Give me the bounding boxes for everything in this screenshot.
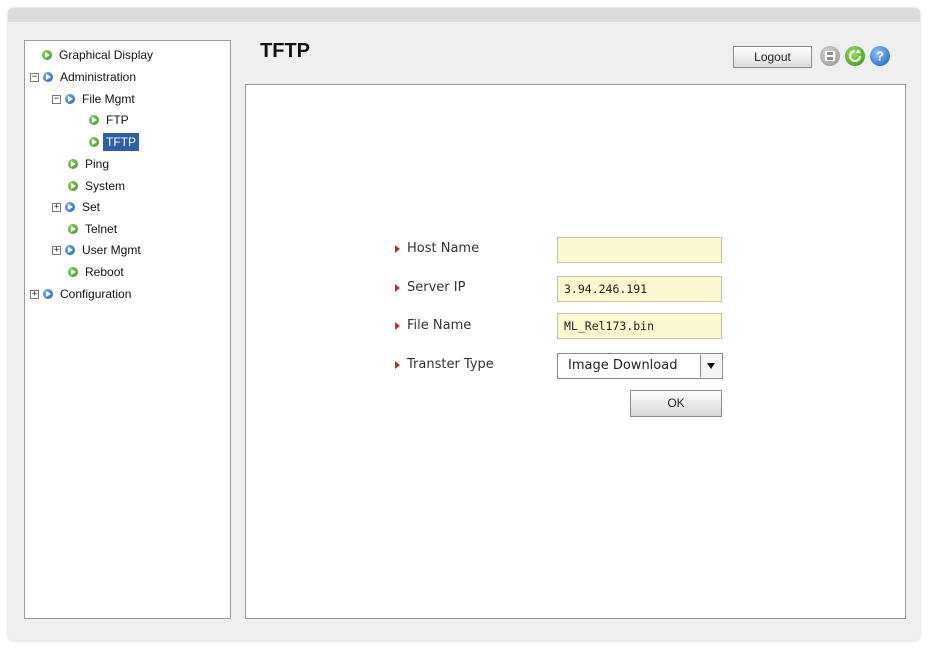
blue-arrow-icon bbox=[65, 245, 75, 255]
sidebar-item-label: TFTP bbox=[103, 133, 139, 151]
sidebar-item-system[interactable]: System bbox=[68, 177, 128, 195]
green-arrow-icon bbox=[68, 224, 78, 234]
expand-icon[interactable]: + bbox=[30, 289, 39, 299]
server-ip-label: Server IP bbox=[395, 276, 465, 300]
blue-arrow-icon bbox=[65, 94, 75, 104]
sidebar-item-graphical-display[interactable]: Graphical Display bbox=[42, 46, 156, 64]
help-icon[interactable]: ? bbox=[870, 46, 890, 66]
sidebar-item-label: User Mgmt bbox=[82, 243, 141, 257]
file-name-label: File Name bbox=[395, 314, 471, 338]
green-arrow-icon bbox=[68, 267, 78, 277]
sidebar-item-label: System bbox=[85, 179, 126, 193]
sidebar-item-label: Reboot bbox=[85, 265, 124, 279]
refresh-icon[interactable] bbox=[845, 46, 865, 66]
sidebar-item-label: File Mgmt bbox=[82, 92, 135, 106]
sidebar-item-file-mgmt[interactable]: − File Mgmt bbox=[52, 90, 138, 108]
sidebar-item-label: Telnet bbox=[85, 222, 118, 236]
sidebar-item-ftp[interactable]: FTP bbox=[89, 111, 132, 129]
save-icon[interactable] bbox=[820, 46, 840, 66]
collapse-icon[interactable]: − bbox=[52, 94, 61, 104]
main-content-panel bbox=[245, 84, 906, 619]
red-arrow-icon bbox=[395, 245, 400, 253]
server-ip-input[interactable] bbox=[557, 276, 722, 302]
sidebar-item-administration[interactable]: − Administration bbox=[30, 68, 139, 86]
expand-icon[interactable]: + bbox=[52, 202, 61, 212]
sidebar-item-label: Ping bbox=[85, 157, 110, 171]
ok-button[interactable]: OK bbox=[630, 390, 722, 417]
svg-text:?: ? bbox=[876, 49, 884, 63]
transfer-type-label: Transter Type bbox=[395, 353, 494, 377]
dropdown-button[interactable] bbox=[700, 355, 721, 377]
sidebar-item-reboot[interactable]: Reboot bbox=[68, 263, 127, 281]
file-name-input[interactable] bbox=[557, 313, 722, 339]
window-top-band bbox=[0, 0, 930, 8]
green-arrow-icon bbox=[42, 50, 52, 60]
save-glyph bbox=[825, 51, 835, 61]
green-arrow-icon bbox=[89, 137, 99, 147]
sidebar-item-label: Configuration bbox=[60, 287, 132, 301]
sidebar-item-telnet[interactable]: Telnet bbox=[68, 220, 120, 238]
blue-arrow-icon bbox=[43, 72, 53, 82]
expand-icon[interactable]: + bbox=[52, 245, 61, 255]
collapse-icon[interactable]: − bbox=[30, 72, 39, 82]
green-arrow-icon bbox=[89, 115, 99, 125]
chevron-down-icon bbox=[707, 363, 715, 369]
server-ip-label-text: Server IP bbox=[407, 280, 466, 295]
sidebar-item-tftp[interactable]: TFTP bbox=[89, 133, 139, 151]
transfer-type-label-text: Transter Type bbox=[407, 357, 494, 372]
sidebar-item-label: Administration bbox=[60, 70, 137, 84]
host-name-label: Host Name bbox=[395, 237, 479, 261]
sidebar-item-configuration[interactable]: + Configuration bbox=[30, 285, 134, 303]
app-frame-top bbox=[8, 8, 920, 22]
sidebar-item-label: Graphical Display bbox=[59, 48, 154, 62]
sidebar-item-user-mgmt[interactable]: + User Mgmt bbox=[52, 241, 144, 259]
sidebar-item-set[interactable]: + Set bbox=[52, 198, 103, 216]
sidebar-item-label: FTP bbox=[106, 113, 129, 127]
transfer-type-value: Image Download bbox=[568, 358, 678, 373]
logout-button[interactable]: Logout bbox=[733, 46, 812, 68]
transfer-type-select[interactable]: Image Download bbox=[557, 353, 723, 379]
host-name-label-text: Host Name bbox=[407, 241, 480, 256]
blue-arrow-icon bbox=[65, 202, 75, 212]
host-name-input[interactable] bbox=[557, 237, 722, 263]
help-glyph: ? bbox=[876, 49, 884, 63]
red-arrow-icon bbox=[395, 361, 400, 369]
blue-arrow-icon bbox=[43, 289, 53, 299]
sidebar-item-label: Set bbox=[82, 200, 101, 214]
green-arrow-icon bbox=[68, 159, 78, 169]
red-arrow-icon bbox=[395, 322, 400, 330]
refresh-glyph bbox=[849, 49, 861, 62]
page-title: TFTP bbox=[260, 40, 310, 62]
red-arrow-icon bbox=[395, 284, 400, 292]
green-arrow-icon bbox=[68, 181, 78, 191]
file-name-label-text: File Name bbox=[407, 318, 472, 333]
sidebar-tree: Graphical Display − Administration − Fil… bbox=[24, 40, 231, 619]
sidebar-item-ping[interactable]: Ping bbox=[68, 155, 112, 173]
